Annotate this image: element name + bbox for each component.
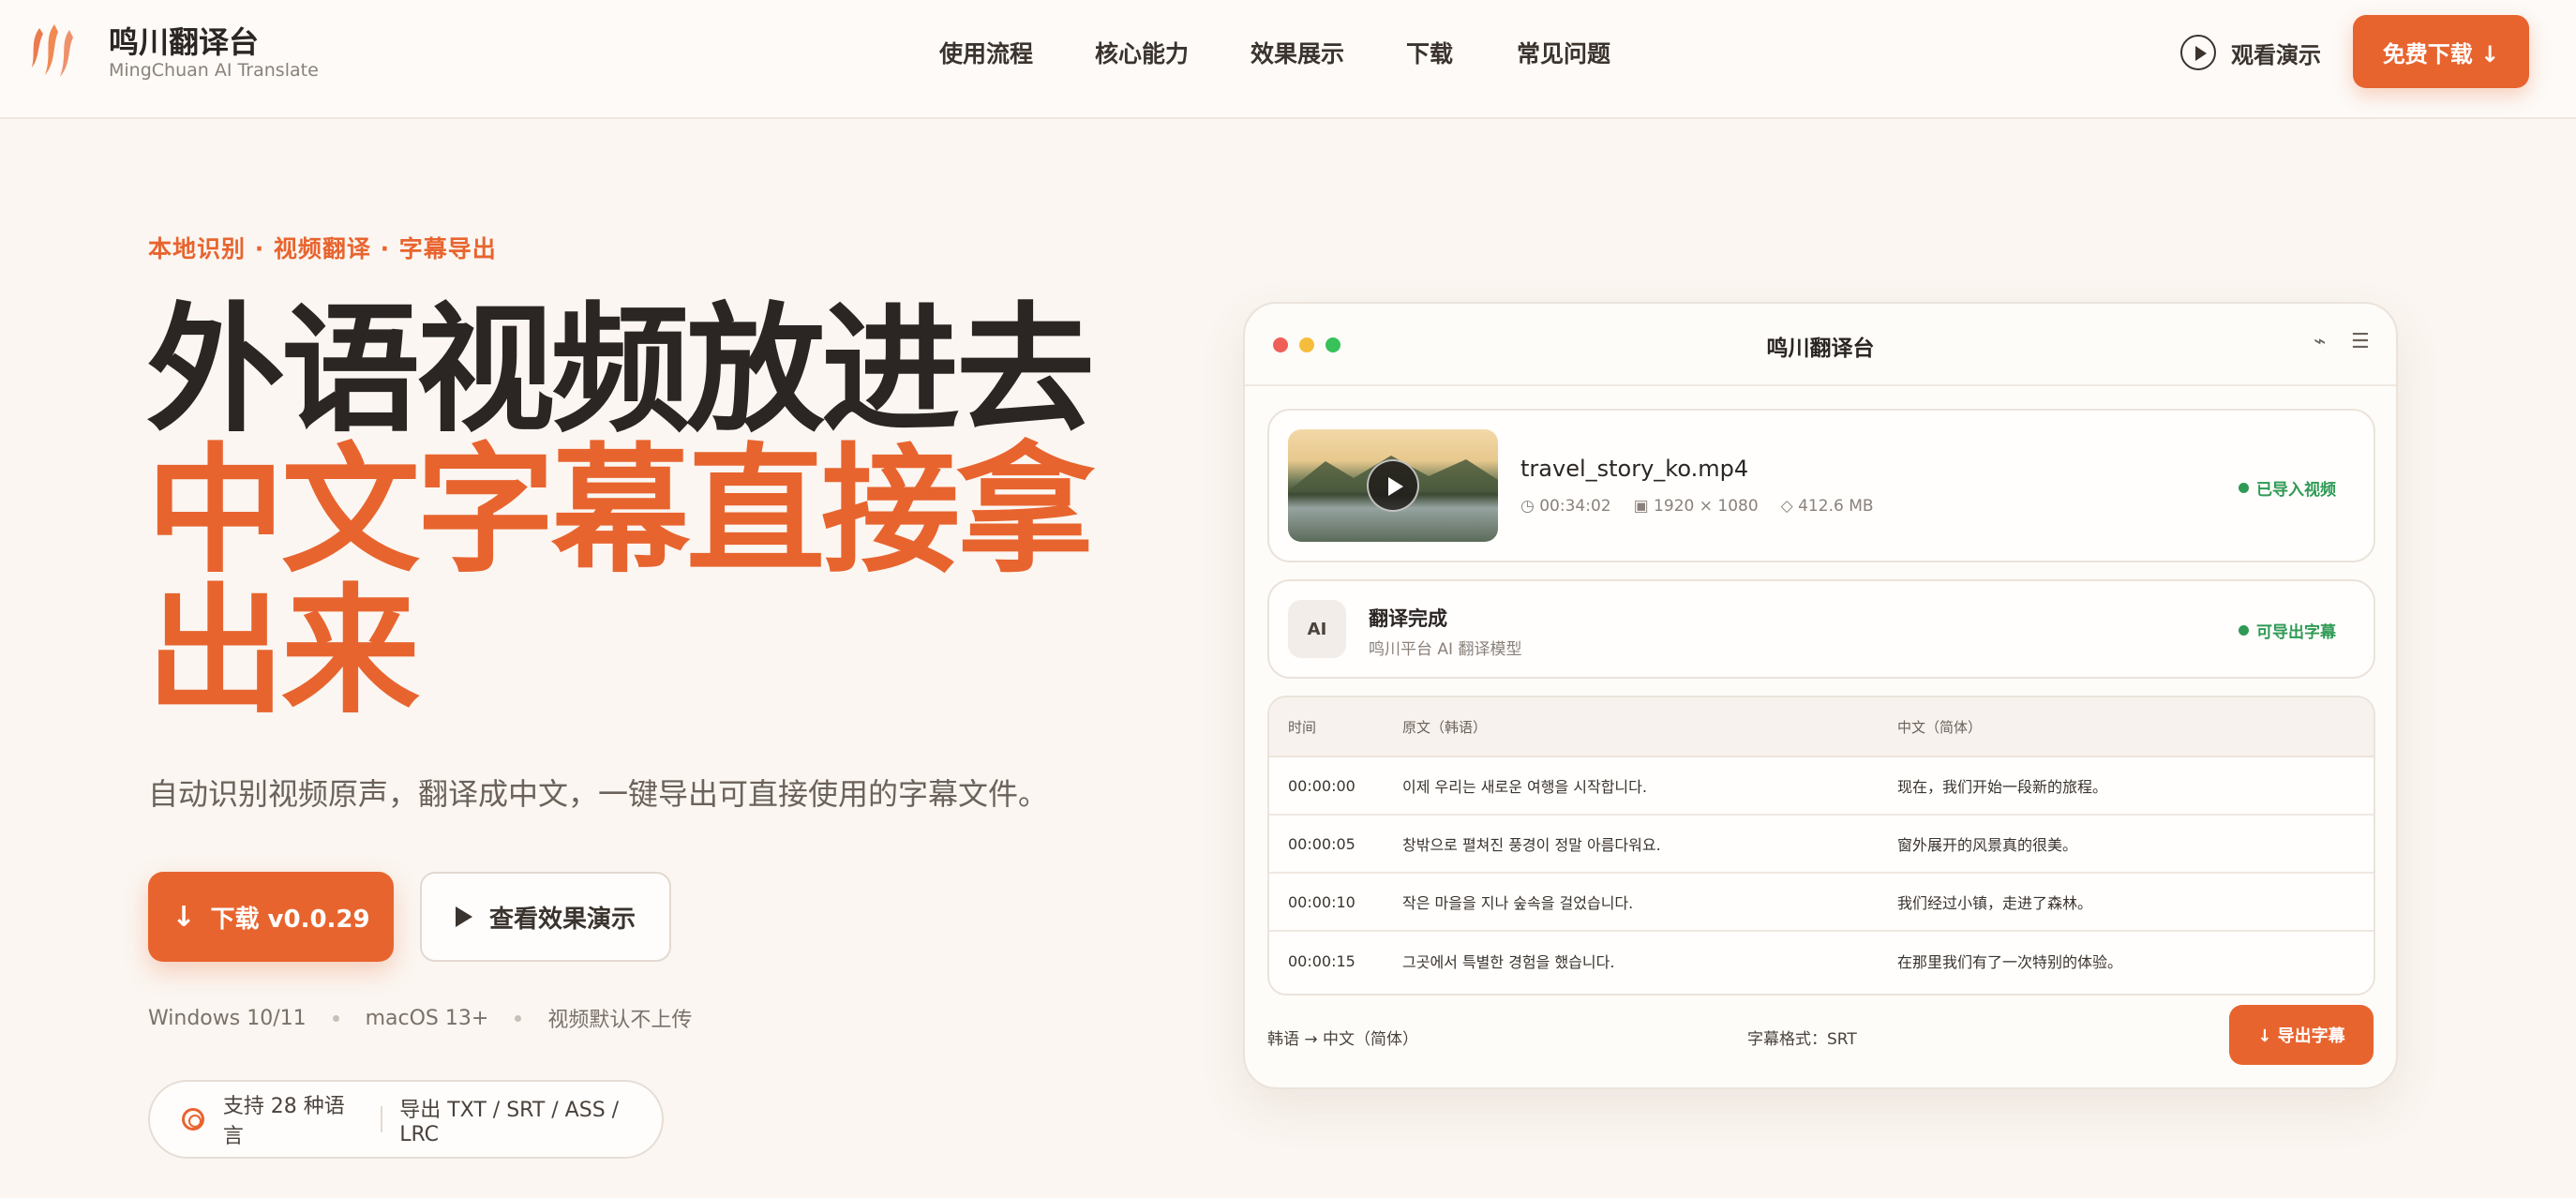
- row-time: 00:00:10: [1288, 892, 1355, 911]
- separator-dot: [515, 1014, 522, 1022]
- platform-macos: macOS 13+: [365, 1006, 489, 1030]
- row-source: 이제 우리는 새로운 여행을 시작합니다.: [1402, 778, 1647, 796]
- download-button[interactable]: ↓ 下载 v0.0.29: [148, 872, 394, 962]
- brand-subtitle: MingChuan AI Translate: [109, 60, 319, 81]
- table-row[interactable]: 00:00:10 작은 마을을 지나 숲속을 걸었습니다. 我们经过小镇，走进了…: [1269, 874, 2374, 932]
- play-icon: [455, 906, 472, 927]
- subtitle-table: 时间 原文（韩语） 中文（简体） 00:00:00 이제 우리는 새로운 여행을…: [1267, 696, 2375, 996]
- video-card: travel_story_ko.mp4 ◷ 00:34:02 ▣ 1920 × …: [1267, 409, 2375, 562]
- row-time: 00:00:00: [1288, 776, 1355, 795]
- status-dot-icon: [2239, 483, 2249, 493]
- row-time: 00:00:15: [1288, 951, 1355, 970]
- row-chinese: 窗外展开的风景真的很美。: [1897, 836, 2078, 854]
- nav-download[interactable]: 下载: [1406, 36, 1453, 69]
- feature-pill: 支持 28 种语言 导出 TXT / SRT / ASS / LRC: [148, 1080, 664, 1159]
- platform-windows: Windows 10/11: [148, 1006, 307, 1030]
- video-thumbnail[interactable]: [1288, 429, 1498, 542]
- target-icon: [182, 1108, 204, 1131]
- hero-title-line1: 外语视频放进去: [146, 290, 1095, 451]
- table-row[interactable]: 00:00:00 이제 우리는 새로운 여행을 시작합니다. 现在，我们开始一段…: [1269, 757, 2374, 816]
- download-arrow-icon: ↓: [172, 900, 196, 934]
- video-status-text: 已导入视频: [2256, 481, 2336, 500]
- menu-icon[interactable]: ☰: [2351, 330, 2370, 353]
- status-dot-icon: [2239, 625, 2249, 636]
- video-meta: ◷ 00:34:02 ▣ 1920 × 1080 ◇ 412.6 MB: [1520, 497, 1874, 516]
- table-header: 时间 原文（韩语） 中文（简体）: [1269, 697, 2374, 757]
- privacy-note: 视频默认不上传: [547, 1009, 693, 1032]
- export-subtitle-button[interactable]: ↓ 导出字幕: [2229, 1005, 2374, 1065]
- ai-status-badge: 可导出字幕: [2239, 619, 2336, 642]
- view-demo-label: 查看效果演示: [488, 905, 636, 934]
- hero-eyebrow: 本地识别 · 视频翻译 · 字幕导出: [148, 235, 497, 262]
- export-formats: 导出 TXT / SRT / ASS / LRC: [399, 1098, 620, 1146]
- link-icon[interactable]: ⌁: [2314, 330, 2326, 353]
- separator-dot: [332, 1014, 339, 1022]
- hero-lead: 自动识别视频原声，翻译成中文，一键导出可直接使用的字幕文件。: [148, 776, 1049, 812]
- hero-title-line2: 中文字幕直接拿出来: [146, 430, 1095, 732]
- watch-demo-link[interactable]: 观看演示: [2180, 34, 2321, 71]
- window-title: 鸣川翻译台: [1766, 337, 1875, 361]
- table-row[interactable]: 00:00:15 그곳에서 특별한 경험을 했습니다. 在那里我们有了一次特别的…: [1269, 932, 2374, 990]
- nav-faq[interactable]: 常见问题: [1517, 36, 1610, 69]
- row-source: 작은 마을을 지나 숲속을 걸었습니다.: [1402, 894, 1634, 912]
- subtitle-format[interactable]: 字幕格式：SRT: [1747, 1026, 1857, 1049]
- header-source: 原文（韩语）: [1402, 718, 1488, 736]
- ai-badge: AI: [1288, 600, 1346, 658]
- video-status-badge: 已导入视频: [2239, 476, 2336, 500]
- header-chinese: 中文（简体）: [1897, 718, 1983, 736]
- ai-title: 翻译完成: [1369, 607, 1447, 630]
- row-source: 그곳에서 특별한 경험을 했습니다.: [1402, 953, 1615, 971]
- row-chinese: 现在，我们开始一段新的旅程。: [1897, 778, 2108, 796]
- video-duration: ◷ 00:34:02: [1520, 497, 1611, 516]
- logo-icon[interactable]: [26, 21, 79, 82]
- download-label: 下载 v0.0.29: [210, 905, 370, 934]
- row-time: 00:00:05: [1288, 834, 1355, 853]
- nav-workflow[interactable]: 使用流程: [939, 36, 1033, 69]
- watch-demo-label: 观看演示: [2231, 41, 2321, 68]
- table-row[interactable]: 00:00:05 창밖으로 펼쳐진 풍경이 정말 아름다워요. 窗外展开的风景真…: [1269, 816, 2374, 874]
- header-time: 时间: [1288, 718, 1317, 736]
- play-circle-icon: [2180, 35, 2216, 70]
- video-filename: travel_story_ko.mp4: [1520, 456, 1749, 482]
- platform-list: Windows 10/11 macOS 13+ 视频默认不上传: [148, 1003, 692, 1033]
- nav-showcase[interactable]: 效果展示: [1251, 36, 1344, 69]
- site-header: 鸣川翻译台 MingChuan AI Translate 使用流程 核心能力 效…: [0, 0, 2576, 119]
- video-resolution: ▣ 1920 × 1080: [1633, 497, 1759, 516]
- language-pair[interactable]: 韩语 → 中文（简体）: [1267, 1026, 1418, 1049]
- row-chinese: 在那里我们有了一次特别的体验。: [1897, 953, 2123, 971]
- play-icon[interactable]: [1367, 459, 1419, 512]
- free-download-button[interactable]: 免费下载 ↓: [2353, 15, 2529, 88]
- ai-status-text: 可导出字幕: [2256, 623, 2336, 642]
- divider: [381, 1106, 383, 1132]
- view-demo-button[interactable]: 查看效果演示: [420, 872, 671, 962]
- row-source: 창밖으로 펼쳐진 풍경이 정말 아름다워요.: [1402, 836, 1661, 854]
- ai-card: AI 翻译完成 鸣川平台 AI 翻译模型 可导出字幕: [1267, 579, 2375, 679]
- languages-count: 支持 28 种语言: [222, 1095, 345, 1148]
- ai-subtitle: 鸣川平台 AI 翻译模型: [1369, 640, 1522, 659]
- brand-name[interactable]: 鸣川翻译台: [109, 19, 259, 62]
- video-size: ◇ 412.6 MB: [1780, 497, 1874, 516]
- app-window-preview: 鸣川翻译台 ⌁ ☰ travel_story_ko.mp4 ◷ 00:34:02…: [1243, 302, 2398, 1089]
- window-titlebar: 鸣川翻译台 ⌁ ☰: [1245, 304, 2396, 386]
- row-chinese: 我们经过小镇，走进了森林。: [1897, 894, 2093, 912]
- nav-features[interactable]: 核心能力: [1095, 36, 1189, 69]
